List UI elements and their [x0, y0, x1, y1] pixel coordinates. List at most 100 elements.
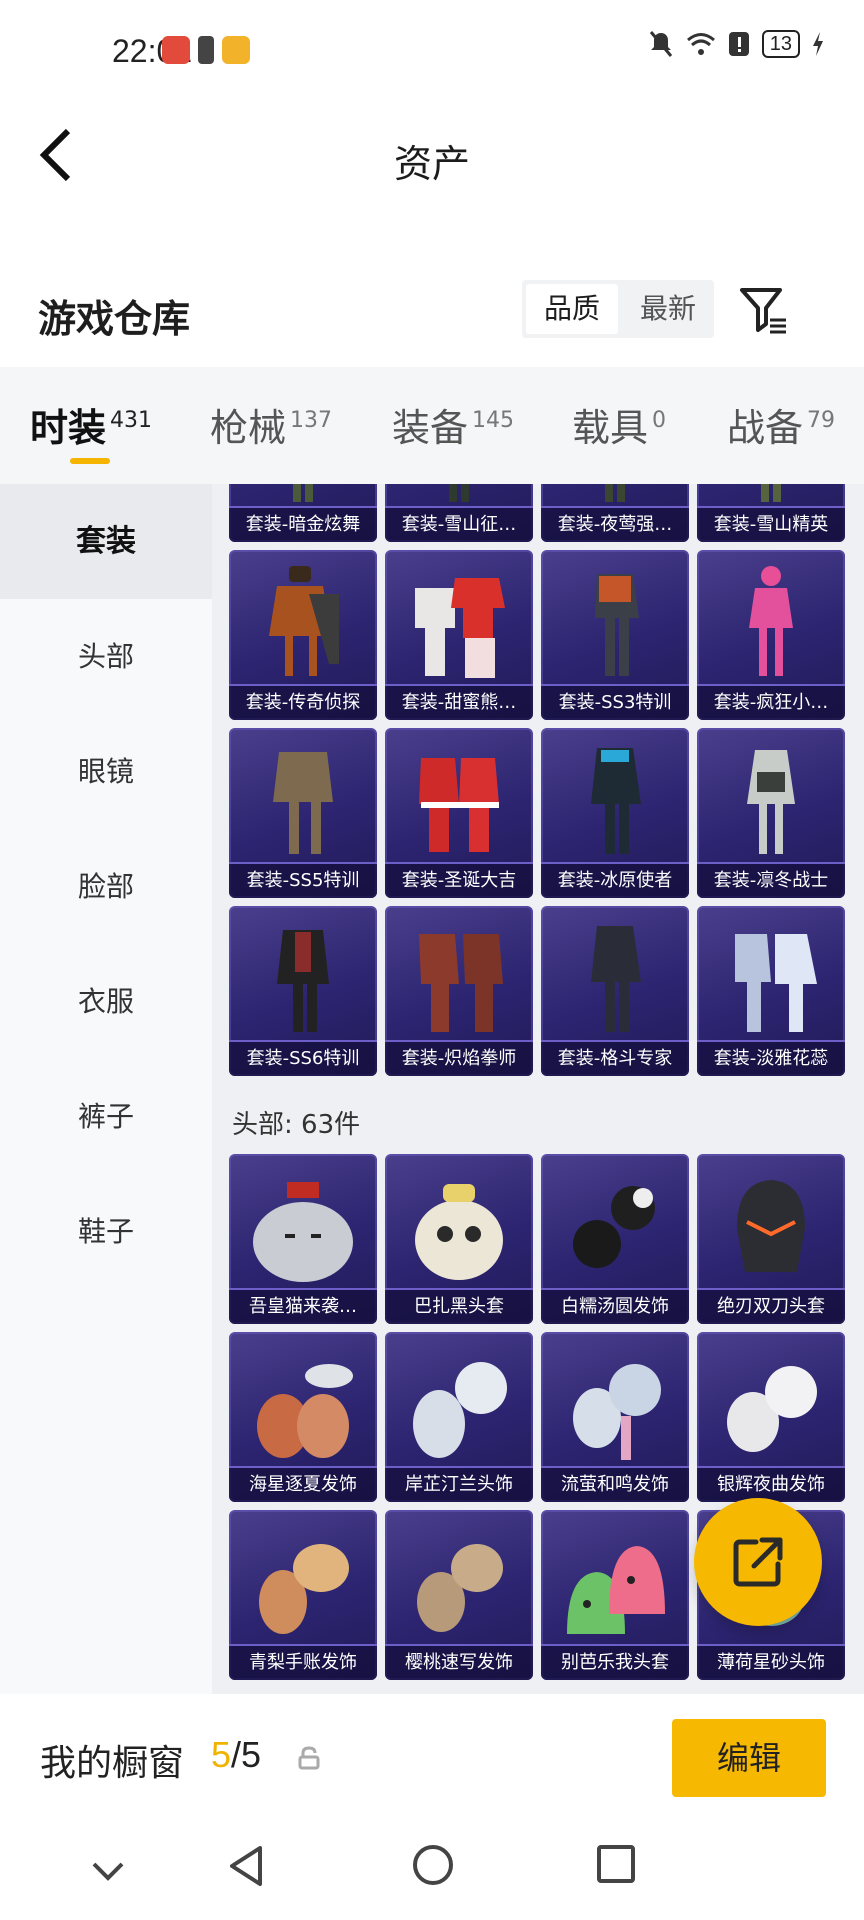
item-card[interactable]: 套装-凛冬战士 — [697, 728, 845, 898]
item-label: 套装-淡雅花蕊 — [697, 1040, 845, 1076]
suit-grid: 套装-传奇侦探 套装-甜蜜熊… 套装-SS3特训 套装-疯狂小… 套装-SS5特… — [229, 550, 845, 1076]
item-card[interactable]: 白糯汤圆发饰 — [541, 1154, 689, 1324]
head-thumbnail-icon — [413, 1362, 507, 1458]
item-card[interactable]: 海星逐夏发饰 — [229, 1332, 377, 1502]
charging-icon — [813, 32, 823, 56]
sidebar-item-glasses[interactable]: 眼镜 — [0, 714, 212, 829]
sidebar-item-shoes[interactable]: 鞋子 — [0, 1174, 212, 1289]
tab-fashion[interactable]: 时装 431 — [30, 397, 152, 452]
item-card[interactable]: 岸芷汀兰头饰 — [385, 1332, 533, 1502]
item-label: 套装-夜莺强… — [541, 506, 689, 542]
mute-bell-icon — [649, 31, 672, 57]
item-card[interactable]: 套装-夜莺强… — [541, 484, 689, 542]
warehouse-title: 游戏仓库 — [38, 297, 191, 341]
item-card[interactable]: 别芭乐我头套 — [541, 1510, 689, 1680]
item-card[interactable]: 青梨手账发饰 — [229, 1510, 377, 1680]
suit-thumbnail-icon — [273, 752, 333, 854]
showcase-bar: 我的橱窗 5/5 编辑 — [0, 1694, 864, 1824]
item-card[interactable]: 巴扎黑头套 — [385, 1154, 533, 1324]
category-tabs: 时装 431 枪械 137 装备 145 载具 0 战备 79 — [0, 367, 864, 484]
filter-icon[interactable] — [738, 284, 790, 336]
nav-back-icon[interactable] — [226, 1844, 266, 1888]
sidebar-item-head[interactable]: 头部 — [0, 599, 212, 714]
item-card[interactable]: 套装-SS5特训 — [229, 728, 377, 898]
item-card[interactable]: 绝刃双刀头套 — [697, 1154, 845, 1324]
edit-button[interactable]: 编辑 — [672, 1719, 826, 1797]
status-indicators: 13 — [648, 30, 824, 58]
item-card[interactable]: 套装-雪山精英 — [697, 484, 845, 542]
item-label: 套装-甜蜜熊… — [385, 684, 533, 720]
sidebar-item-clothes[interactable]: 衣服 — [0, 944, 212, 1059]
suit-thumbnail-icon — [269, 566, 339, 676]
item-card[interactable]: 套装-炽焰拳师 — [385, 906, 533, 1076]
item-label: 海星逐夏发饰 — [229, 1466, 377, 1502]
sidebar-item-face[interactable]: 脸部 — [0, 829, 212, 944]
item-label: 巴扎黑头套 — [385, 1288, 533, 1324]
item-label: 套装-格斗专家 — [541, 1040, 689, 1076]
sort-quality-button[interactable]: 品质 — [526, 284, 619, 334]
lock-icon[interactable] — [298, 1746, 320, 1770]
item-card[interactable]: 银辉夜曲发饰 — [697, 1332, 845, 1502]
item-card[interactable]: 套装-疯狂小… — [697, 550, 845, 720]
item-label: 套装-圣诞大吉 — [385, 862, 533, 898]
item-label: 别芭乐我头套 — [541, 1644, 689, 1680]
head-thumbnail-icon — [259, 1544, 349, 1634]
sidebar-item-suits[interactable]: 套装 — [0, 484, 212, 599]
item-card[interactable]: 樱桃速写发饰 — [385, 1510, 533, 1680]
sidebar-item-pants[interactable]: 裤子 — [0, 1059, 212, 1174]
item-label: 套装-疯狂小… — [697, 684, 845, 720]
nav-recents-icon[interactable] — [596, 1844, 636, 1884]
item-label: 套装-雪山精英 — [697, 506, 845, 542]
alert-icon — [728, 32, 749, 56]
battery-level: 13 — [761, 30, 800, 58]
item-card[interactable]: 套装-淡雅花蕊 — [697, 906, 845, 1076]
item-label: 绝刃双刀头套 — [697, 1288, 845, 1324]
top-app-bar: 资产 — [0, 105, 864, 205]
sort-newest-button[interactable]: 最新 — [622, 280, 714, 338]
tab-vehicles[interactable]: 载具 0 — [572, 397, 666, 452]
item-label: 薄荷星砂头饰 — [697, 1644, 845, 1680]
item-card[interactable]: 流萤和鸣发饰 — [541, 1332, 689, 1502]
item-label: 套装-SS5特训 — [229, 862, 377, 898]
item-card[interactable]: 套装-传奇侦探 — [229, 550, 377, 720]
suit-thumbnail-icon — [419, 934, 503, 1032]
wifi-icon — [686, 33, 715, 55]
nav-collapse-icon[interactable] — [90, 1860, 126, 1884]
item-label: 套装-暗金炫舞 — [229, 506, 377, 542]
item-card[interactable]: 套装-格斗专家 — [541, 906, 689, 1076]
head-thumbnail-icon — [257, 1364, 353, 1458]
tab-supplies[interactable]: 战备 79 — [727, 397, 835, 452]
item-card[interactable]: 套装-雪山征… — [385, 484, 533, 542]
suit-thumbnail-icon — [735, 934, 817, 1032]
suit-thumbnail-icon — [591, 748, 641, 854]
page-title: 资产 — [393, 142, 470, 186]
head-thumbnail-icon — [253, 1182, 353, 1282]
tab-guns[interactable]: 枪械 137 — [210, 397, 332, 452]
nav-home-icon[interactable] — [412, 1844, 454, 1886]
suit-thumbnail-icon — [595, 574, 639, 676]
item-label: 樱桃速写发饰 — [385, 1644, 533, 1680]
item-card[interactable]: 套装-暗金炫舞 — [229, 484, 377, 542]
suit-thumbnail-icon — [419, 758, 499, 852]
item-card[interactable]: 套装-SS6特训 — [229, 906, 377, 1076]
showcase-count: 5/5 — [211, 1734, 262, 1775]
item-card[interactable]: 套装-SS3特训 — [541, 550, 689, 720]
item-card[interactable]: 吾皇猫来袭… — [229, 1154, 377, 1324]
suit-thumbnail-icon — [605, 484, 625, 502]
suit-thumbnail-icon — [747, 750, 795, 854]
suit-thumbnail-icon — [449, 484, 469, 502]
suit-thumbnail-icon — [761, 484, 781, 502]
tab-equipment[interactable]: 装备 145 — [392, 397, 514, 452]
item-card[interactable]: 套装-冰原使者 — [541, 728, 689, 898]
share-fab-button[interactable] — [694, 1498, 822, 1626]
suit-thumbnail-icon — [749, 566, 793, 676]
head-thumbnail-icon — [567, 1546, 665, 1634]
head-thumbnail-icon — [417, 1544, 503, 1632]
item-label: 白糯汤圆发饰 — [541, 1288, 689, 1324]
item-card[interactable]: 套装-甜蜜熊… — [385, 550, 533, 720]
notification-app-icon — [162, 36, 190, 64]
suit-thumbnail-icon — [293, 484, 313, 502]
item-card[interactable]: 套装-圣诞大吉 — [385, 728, 533, 898]
notification-game-app-icon — [222, 36, 250, 64]
sidebar: 套装 头部 眼镜 脸部 衣服 裤子 鞋子 — [0, 484, 212, 1694]
